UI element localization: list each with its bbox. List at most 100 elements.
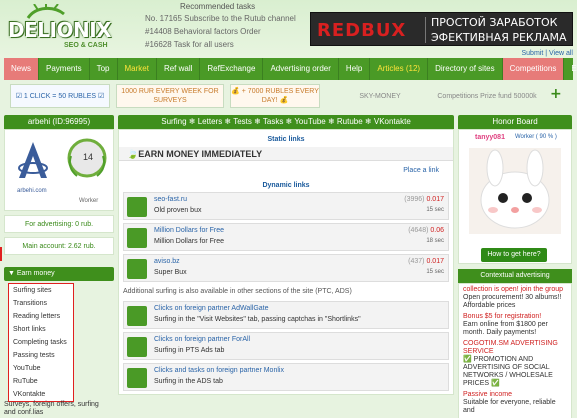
redbux-banner[interactable]: REDBUX ПРОСТОЙ ЗАРАБОТОК ЭФЕКТИВНАЯ РЕКЛ… [310, 12, 573, 46]
nav-market[interactable]: Market [118, 58, 157, 80]
how-to-get-here-button[interactable]: How to get here? [481, 248, 547, 262]
center-column: Surfing ❄ Letters ❄ Tests ❄ Tasks ❄ YouT… [118, 115, 454, 395]
partner-card[interactable]: Clicks on foreign partner AdWallGate Sur… [123, 301, 449, 329]
arrow-cursor-icon [127, 337, 147, 357]
nav-articles[interactable]: Articles (12) [370, 58, 429, 80]
link-price: 0.017 [426, 196, 444, 203]
earn-menu-footer[interactable]: Surveys, foreign offers, surfing and con… [4, 401, 112, 417]
nav-advertising-order[interactable]: Advertising order [263, 58, 339, 80]
nav-payments[interactable]: Payments [39, 58, 90, 80]
place-link[interactable]: Place a link [119, 167, 453, 174]
ad-text: Open procurement! 30 albums!! Affordable… [463, 294, 562, 309]
partner-card[interactable]: Clicks and tasks on foreign partner Monl… [123, 363, 449, 391]
nav-exit[interactable]: Exit [564, 58, 577, 80]
arrow-cursor-icon [127, 306, 147, 326]
partner-title[interactable]: Clicks on foreign partner AdWallGate [154, 305, 269, 312]
honor-username[interactable]: tanyy081 [475, 134, 505, 141]
menu-completing-tasks[interactable]: Completing tasks [9, 336, 73, 349]
arrow-cursor-icon [127, 197, 147, 217]
advertising-balance[interactable]: For advertising: 0 rub. [4, 215, 114, 233]
earn-money-header[interactable]: ▼ Earn money [4, 267, 114, 281]
avatar-site-label: arbehi.com [17, 188, 47, 194]
link-price: 0.06 [430, 227, 444, 234]
avatar-logo-icon[interactable] [15, 138, 51, 182]
site-logo[interactable]: DELIONIX SEO & CASH [4, 4, 122, 50]
promo-row: ☑ 1 CLICK = 50 RUBLES ☑ 1000 RUR EVERY W… [10, 84, 570, 110]
ad-link[interactable]: collection is open! join the group [463, 286, 567, 294]
link-title[interactable]: seo-fast.ru [154, 196, 187, 203]
recommended-task[interactable]: #16628 Task for all users [145, 40, 296, 53]
partner-subtitle: Surfing in the "Visit Websites" tab, pas… [154, 316, 361, 323]
earn-money-menu: Surfing sites Transitions Reading letter… [8, 283, 74, 402]
link-subtitle: Old proven bux [154, 207, 202, 214]
link-title[interactable]: aviso.bz [154, 258, 180, 265]
arrow-cursor-icon [127, 259, 147, 279]
right-column: Honor Board tanyy081 Worker ( 90 % ) How… [458, 115, 572, 418]
menu-reading-letters[interactable]: Reading letters [9, 310, 73, 323]
user-box: arbehi.com 14 Worker [4, 129, 114, 211]
menu-surfing-sites[interactable]: Surfing sites [9, 284, 73, 297]
leaf-icon: 🍃 [127, 149, 139, 159]
menu-passing-tests[interactable]: Passing tests [9, 349, 73, 362]
additional-surfing-note: Additional surfing is also available in … [123, 288, 352, 295]
recommended-tasks-title: Recommended tasks [180, 2, 256, 11]
nav-directory[interactable]: Directory of sites [428, 58, 503, 80]
ad-link[interactable]: Passive income [463, 391, 567, 399]
menu-vkontakte[interactable]: VKontakte [9, 388, 73, 401]
link-stats: (437) 0.017 [408, 258, 444, 265]
logo-text: DELIONIX [8, 18, 112, 42]
menu-short-links[interactable]: Short links [9, 323, 73, 336]
ad-text: Earn online from $1800 per month. Daily … [463, 321, 548, 336]
earn-immediately-link[interactable]: 🍃EARN MONEY IMMEDIATELY [119, 147, 453, 161]
menu-transitions[interactable]: Transitions [9, 297, 73, 310]
link-subtitle: Million Dollars for Free [154, 238, 225, 245]
link-price: 0.017 [426, 258, 444, 265]
nav-news[interactable]: News [4, 58, 40, 80]
ad-text: Suitable for everyone, reliable and [463, 399, 556, 414]
rabbit-avatar-icon [469, 148, 561, 234]
main-account-balance[interactable]: Main account: 2.62 rub. [4, 237, 114, 255]
add-promo-button[interactable]: + [550, 86, 562, 102]
link-card[interactable]: aviso.bz Super Bux (437) 0.017 15 sec [123, 254, 449, 282]
link-title[interactable]: Million Dollars for Free [154, 227, 224, 234]
user-role: Worker [79, 198, 99, 204]
banner-logo: REDBUX [317, 20, 407, 41]
menu-youtube[interactable]: YouTube [9, 362, 73, 375]
partner-title[interactable]: Clicks and tasks on foreign partner Monl… [154, 367, 284, 374]
contextual-ads: collection is open! join the group Open … [458, 283, 572, 418]
promo-competitions[interactable]: Competitions Prize fund 50000k [430, 84, 544, 108]
ad-link[interactable]: COGOTIM.SM ADVERTISING SERVICE [463, 340, 567, 356]
nav-competitions[interactable]: Competitions [502, 58, 565, 80]
link-card[interactable]: seo-fast.ru Old proven bux (3996) 0.017 … [123, 192, 449, 220]
partner-title[interactable]: Clicks on foreign partner ForAll [154, 336, 250, 343]
earn-money-title: Earn money [16, 270, 55, 277]
link-time: 15 sec [426, 207, 444, 213]
partner-card[interactable]: Clicks on foreign partner ForAll Surfing… [123, 332, 449, 360]
honor-board: tanyy081 Worker ( 90 % ) How to get here… [458, 129, 572, 264]
link-count: (437) [408, 258, 425, 265]
nav-top[interactable]: Top [90, 58, 118, 80]
arrow-cursor-icon [127, 228, 147, 248]
promo-sky-money[interactable]: SKY-MONEY [340, 84, 420, 108]
link-card[interactable]: Million Dollars for Free Million Dollars… [123, 223, 449, 251]
menu-rutube[interactable]: RuTube [9, 375, 73, 388]
banner-links[interactable]: Submit | View all [522, 50, 574, 57]
nav-help[interactable]: Help [339, 58, 371, 80]
nav-ref-exchange[interactable]: RefExchange [200, 58, 264, 80]
recommended-task[interactable]: No. 17165 Subscribe to the Rutub channel [145, 14, 296, 27]
link-time: 18 sec [426, 238, 444, 244]
site-header: DELIONIX SEO & CASH Recommended tasks No… [0, 0, 577, 58]
promo-surveys-box[interactable]: 1000 RUR EVERY WEEK FOR SURVEYS [116, 84, 224, 108]
dynamic-links-title: Dynamic links [262, 182, 310, 189]
partner-subtitle: Surfing in PTS Ads tab [154, 347, 225, 354]
ad-link[interactable]: Bonus $5 for registration! [463, 313, 567, 321]
promo-click-box[interactable]: ☑ 1 CLICK = 50 RUBLES ☑ [10, 84, 110, 108]
recommended-task[interactable]: #14408 Behavioral factors Order [145, 27, 296, 40]
contextual-ads-header: Contextual advertising [458, 269, 572, 283]
ad-text: ✅ PROMOTION AND ADVERTISING OF SOCIAL NE… [463, 356, 553, 387]
nav-ref-wall[interactable]: Ref wall [157, 58, 201, 80]
link-time: 15 sec [426, 269, 444, 275]
link-stats: (3996) 0.017 [404, 196, 444, 203]
promo-daily-box[interactable]: 💰 + 7000 RUBLES EVERY DAY! 💰 [230, 84, 320, 108]
link-count: (3996) [404, 196, 425, 203]
